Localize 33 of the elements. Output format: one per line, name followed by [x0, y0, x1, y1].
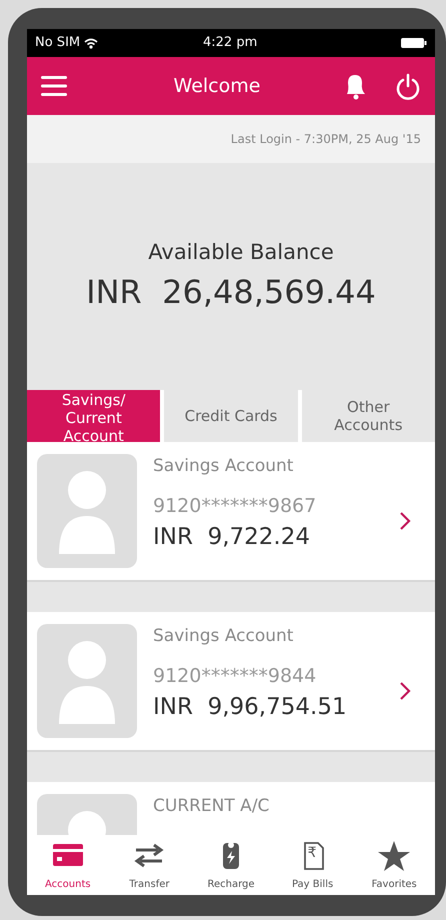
nav-tab[interactable]: Recharge: [190, 835, 272, 895]
balance-amount: INR 26,48,569.44: [86, 272, 376, 314]
account-number: 9120*******9867: [153, 494, 318, 518]
account-number: 9120*******9844: [153, 664, 318, 688]
nav-tab[interactable]: ₹ Pay Bills: [272, 835, 354, 895]
account-tab[interactable]: Savings/ Current Account: [27, 390, 160, 442]
balance-label: Available Balance: [148, 238, 334, 266]
star-icon: [377, 839, 412, 873]
avatar-icon: [37, 454, 137, 568]
battery-icon: [401, 37, 427, 49]
account-balance: INR 9,96,754.51: [153, 693, 348, 722]
account-tab[interactable]: Other Accounts: [302, 390, 435, 442]
avatar-icon: [37, 624, 137, 738]
account-balance: INR 9,722.24: [153, 523, 312, 552]
nav-tab[interactable]: Accounts: [27, 835, 109, 895]
chevron-right-icon[interactable]: [399, 681, 411, 701]
header-title: Welcome: [172, 74, 262, 99]
chevron-right-icon[interactable]: [399, 511, 411, 531]
account-tab[interactable]: Credit Cards: [164, 390, 298, 442]
menu-icon[interactable]: [41, 75, 67, 97]
account-type: CURRENT A/C: [153, 795, 270, 818]
power-icon[interactable]: [395, 72, 421, 100]
carrier-text: No SIM: [35, 34, 80, 52]
account-type: Savings Account: [153, 625, 294, 648]
status-time: 4:22 pm: [202, 34, 258, 52]
account-card[interactable]: Savings Account 9120*******9844 INR 9,96,754.51: [27, 612, 435, 752]
nav-tab[interactable]: Favorites: [353, 835, 435, 895]
account-card[interactable]: Savings Account 9120*******9867 INR 9,722.24: [27, 442, 435, 582]
nav-tab[interactable]: Transfer: [108, 835, 190, 895]
wifi-icon: [84, 38, 98, 48]
account-type: Savings Account: [153, 455, 294, 478]
rupee-glyph: ₹: [308, 846, 316, 860]
last-login-text: Last Login - 7:30PM, 25 Aug '15: [230, 131, 421, 148]
